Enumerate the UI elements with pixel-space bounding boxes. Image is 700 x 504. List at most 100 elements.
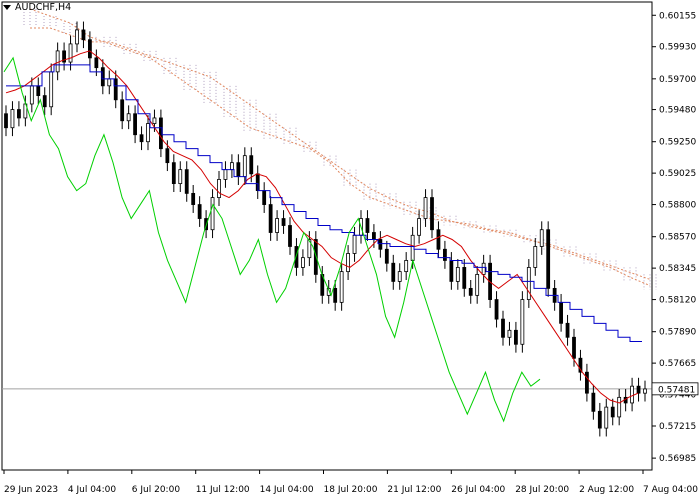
candle-body bbox=[139, 134, 144, 143]
y-tick-label: 0.59930 bbox=[659, 43, 696, 53]
candle-body bbox=[165, 148, 170, 164]
candle-body bbox=[236, 162, 241, 178]
tenkan-sen-line bbox=[5, 50, 639, 404]
x-tick-label: 29 Jun 2023 bbox=[4, 485, 58, 495]
dropdown-triangle-icon[interactable] bbox=[3, 5, 11, 10]
candle-body bbox=[378, 239, 383, 250]
candle-body bbox=[455, 267, 460, 282]
candle-body bbox=[365, 218, 370, 233]
candle-body bbox=[397, 271, 402, 282]
candle-body bbox=[597, 410, 602, 429]
y-tick-label: 0.58120 bbox=[659, 296, 696, 306]
current-price-label: 0.57481 bbox=[658, 385, 695, 395]
candle-body bbox=[546, 229, 551, 289]
x-tick-label: 4 Jul 04:00 bbox=[68, 485, 117, 495]
candle-body bbox=[468, 287, 473, 296]
candle-body bbox=[197, 204, 202, 219]
candle-body bbox=[94, 57, 99, 69]
candle-body bbox=[113, 78, 118, 101]
candle-body bbox=[88, 39, 92, 59]
y-tick-label: 0.59480 bbox=[659, 106, 696, 116]
kijun-sen-line bbox=[6, 64, 642, 342]
chart-area: 0.60155 0.59930 0.59700 0.59480 0.59250 0.590… bbox=[0, 0, 700, 500]
candle-body bbox=[643, 388, 647, 394]
candle-body bbox=[572, 336, 576, 359]
y-tick-label: 0.59700 bbox=[659, 75, 696, 85]
symbol-label[interactable]: AUDCHF,H4 bbox=[3, 2, 71, 13]
candle-body bbox=[126, 113, 131, 122]
candle-body bbox=[436, 229, 441, 250]
candle-body bbox=[559, 301, 563, 324]
y-tick-label: 0.57215 bbox=[659, 422, 696, 432]
candle-body bbox=[281, 218, 286, 226]
candle-body bbox=[372, 232, 376, 240]
price-chart: 0.60155 0.59930 0.59700 0.59480 0.59250 0.590… bbox=[1, 1, 699, 495]
candle-body bbox=[520, 299, 525, 345]
y-tick-label: 0.58570 bbox=[659, 233, 696, 243]
candle-body bbox=[404, 260, 409, 273]
candle-body bbox=[268, 204, 273, 233]
candle-body bbox=[230, 162, 234, 171]
candle-body bbox=[184, 169, 189, 194]
candle-body bbox=[604, 406, 609, 429]
y-tick-label: 0.57665 bbox=[659, 359, 696, 369]
y-tick-label: 0.59025 bbox=[659, 169, 696, 179]
x-tick-label: 21 Jul 12:00 bbox=[387, 485, 441, 495]
candle-body bbox=[333, 287, 338, 303]
x-tick-label: 6 Jul 20:00 bbox=[132, 485, 181, 495]
candle-body bbox=[565, 322, 570, 338]
candle-body bbox=[610, 406, 615, 418]
candle-body bbox=[339, 271, 344, 303]
candle-body bbox=[430, 197, 434, 231]
x-tick-label: 11 Jul 12:00 bbox=[196, 485, 250, 495]
candle-body bbox=[507, 329, 512, 338]
y-tick-label: 0.57890 bbox=[659, 328, 696, 338]
x-tick-label: 18 Jul 20:00 bbox=[324, 485, 378, 495]
senkou-span-a bbox=[29, 8, 651, 287]
candle-body bbox=[262, 190, 267, 205]
candle-body bbox=[17, 109, 21, 119]
candle-body bbox=[210, 197, 215, 231]
symbol-text: AUDCHF,H4 bbox=[15, 2, 72, 13]
candle-body bbox=[539, 229, 544, 247]
candle-body bbox=[617, 396, 622, 418]
candle-body bbox=[191, 192, 196, 205]
candle-body bbox=[10, 109, 15, 129]
candle-body bbox=[288, 225, 292, 247]
y-tick-label: 0.58345 bbox=[659, 264, 696, 274]
candle-body bbox=[417, 218, 421, 236]
senkou-span-b bbox=[30, 27, 651, 280]
candle-body bbox=[249, 155, 254, 175]
candle-body bbox=[49, 71, 54, 108]
candle-body bbox=[384, 248, 389, 264]
candle-body bbox=[146, 123, 150, 143]
x-tick-label: 2 Aug 12:00 bbox=[579, 485, 634, 495]
candle-body bbox=[42, 95, 47, 108]
candle-body bbox=[120, 99, 125, 122]
candle-body bbox=[591, 392, 596, 412]
candle-body bbox=[585, 371, 589, 394]
candle-body bbox=[4, 113, 8, 129]
candle-body bbox=[68, 43, 73, 63]
x-tick-label: 26 Jul 04:00 bbox=[451, 485, 505, 495]
x-tick-label: 7 Aug 04:00 bbox=[643, 485, 698, 495]
candle-body bbox=[178, 169, 183, 185]
candle-body bbox=[449, 260, 454, 282]
candle-body bbox=[36, 85, 41, 96]
candle-body bbox=[55, 50, 60, 73]
candle-body bbox=[475, 274, 480, 296]
candle-body bbox=[275, 218, 279, 233]
candle-body bbox=[346, 253, 350, 273]
candle-body bbox=[494, 299, 499, 320]
x-tick-label: 28 Jul 20:00 bbox=[515, 485, 569, 495]
candle-body bbox=[75, 29, 79, 45]
x-tick-label: 14 Jul 04:00 bbox=[260, 485, 314, 495]
candle-body bbox=[352, 234, 357, 254]
candle-body bbox=[443, 248, 447, 261]
candle-body bbox=[636, 385, 641, 394]
candle-body bbox=[133, 113, 137, 136]
candle-body bbox=[217, 179, 221, 198]
candle-body bbox=[462, 267, 467, 289]
y-tick-label: 0.59250 bbox=[659, 138, 696, 148]
y-tick-label: 0.58800 bbox=[659, 201, 696, 211]
